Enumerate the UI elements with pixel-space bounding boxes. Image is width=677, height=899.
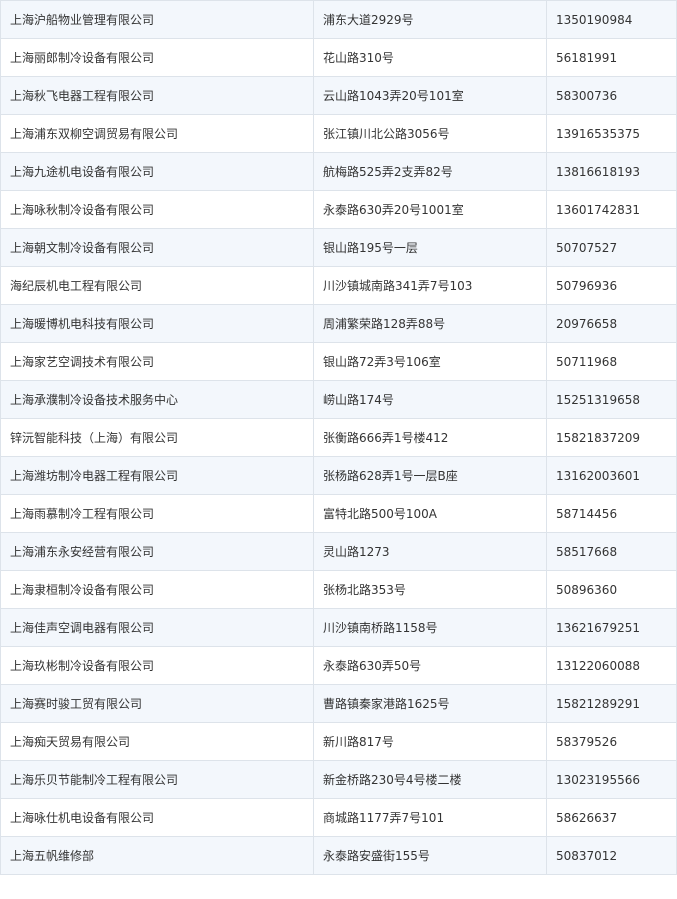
address-cell: 银山路72弄3号106室 bbox=[313, 342, 547, 381]
table-row: 海纪辰机电工程有限公司 川沙镇城南路341弄7号103 50796936 bbox=[0, 266, 677, 305]
company-name-cell: 上海五帆维修部 bbox=[0, 836, 314, 875]
table-row: 上海丽郎制冷设备有限公司 花山路310号 56181991 bbox=[0, 38, 677, 77]
address-cell: 新金桥路230号4号楼二楼 bbox=[313, 760, 547, 799]
address-cell: 浦东大道2929号 bbox=[313, 0, 547, 39]
table-row: 上海佳声空调电器有限公司 川沙镇南桥路1158号 13621679251 bbox=[0, 608, 677, 647]
company-name-cell: 上海暖博机电科技有限公司 bbox=[0, 304, 314, 343]
company-name-cell: 上海九途机电设备有限公司 bbox=[0, 152, 314, 191]
table-row: 上海玖彬制冷设备有限公司 永泰路630弄50号 13122060088 bbox=[0, 646, 677, 685]
table-row: 上海朝文制冷设备有限公司 银山路195号一层 50707527 bbox=[0, 228, 677, 267]
table-row: 上海隶桓制冷设备有限公司 张杨北路353号 50896360 bbox=[0, 570, 677, 609]
table-row: 上海九途机电设备有限公司 航梅路525弄2支弄82号 13816618193 bbox=[0, 152, 677, 191]
phone-cell: 50796936 bbox=[546, 266, 677, 305]
company-name-cell: 上海丽郎制冷设备有限公司 bbox=[0, 38, 314, 77]
table-row: 上海赛时骏工贸有限公司 曹路镇秦家港路1625号 15821289291 bbox=[0, 684, 677, 723]
address-cell: 永泰路安盛街155号 bbox=[313, 836, 547, 875]
address-cell: 川沙镇城南路341弄7号103 bbox=[313, 266, 547, 305]
address-cell: 银山路195号一层 bbox=[313, 228, 547, 267]
table-row: 上海五帆维修部 永泰路安盛街155号 50837012 bbox=[0, 836, 677, 875]
phone-cell: 58300736 bbox=[546, 76, 677, 115]
company-name-cell: 上海佳声空调电器有限公司 bbox=[0, 608, 314, 647]
company-name-cell: 上海乐贝节能制冷工程有限公司 bbox=[0, 760, 314, 799]
company-name-cell: 上海秋飞电器工程有限公司 bbox=[0, 76, 314, 115]
company-name-cell: 上海浦东永安经营有限公司 bbox=[0, 532, 314, 571]
company-name-cell: 上海沪船物业管理有限公司 bbox=[0, 0, 314, 39]
address-cell: 灵山路1273 bbox=[313, 532, 547, 571]
phone-cell: 58626637 bbox=[546, 798, 677, 837]
company-name-cell: 锌沅智能科技（上海）有限公司 bbox=[0, 418, 314, 457]
table-row: 上海秋飞电器工程有限公司 云山路1043弄20号101室 58300736 bbox=[0, 76, 677, 115]
company-name-cell: 上海隶桓制冷设备有限公司 bbox=[0, 570, 314, 609]
company-name-cell: 上海家艺空调技术有限公司 bbox=[0, 342, 314, 381]
phone-cell: 58714456 bbox=[546, 494, 677, 533]
company-name-cell: 上海咏仕机电设备有限公司 bbox=[0, 798, 314, 837]
phone-cell: 13122060088 bbox=[546, 646, 677, 685]
company-contact-table: 上海沪船物业管理有限公司 浦东大道2929号 1350190984 上海丽郎制冷设备有… bbox=[0, 0, 677, 875]
phone-cell: 13023195566 bbox=[546, 760, 677, 799]
table-body: 上海沪船物业管理有限公司 浦东大道2929号 1350190984 上海丽郎制冷设备有… bbox=[0, 0, 677, 875]
phone-cell: 15251319658 bbox=[546, 380, 677, 419]
phone-cell: 13601742831 bbox=[546, 190, 677, 229]
phone-cell: 13621679251 bbox=[546, 608, 677, 647]
phone-cell: 15821289291 bbox=[546, 684, 677, 723]
address-cell: 周浦繁荣路128弄88号 bbox=[313, 304, 547, 343]
address-cell: 新川路817号 bbox=[313, 722, 547, 761]
address-cell: 永泰路630弄50号 bbox=[313, 646, 547, 685]
table-row: 上海暖博机电科技有限公司 周浦繁荣路128弄88号 20976658 bbox=[0, 304, 677, 343]
table-row: 上海浦东双柳空调贸易有限公司 张江镇川北公路3056号 13916535375 bbox=[0, 114, 677, 153]
company-name-cell: 上海雨慕制冷工程有限公司 bbox=[0, 494, 314, 533]
address-cell: 川沙镇南桥路1158号 bbox=[313, 608, 547, 647]
address-cell: 花山路310号 bbox=[313, 38, 547, 77]
phone-cell: 56181991 bbox=[546, 38, 677, 77]
address-cell: 商城路1177弄7号101 bbox=[313, 798, 547, 837]
phone-cell: 50711968 bbox=[546, 342, 677, 381]
table-row: 上海潍坊制冷电器工程有限公司 张杨路628弄1号一层B座 13162003601 bbox=[0, 456, 677, 495]
company-name-cell: 上海玖彬制冷设备有限公司 bbox=[0, 646, 314, 685]
address-cell: 张江镇川北公路3056号 bbox=[313, 114, 547, 153]
phone-cell: 50707527 bbox=[546, 228, 677, 267]
table-row: 上海乐贝节能制冷工程有限公司 新金桥路230号4号楼二楼 13023195566 bbox=[0, 760, 677, 799]
address-cell: 航梅路525弄2支弄82号 bbox=[313, 152, 547, 191]
table-row: 上海沪船物业管理有限公司 浦东大道2929号 1350190984 bbox=[0, 0, 677, 39]
address-cell: 崂山路174号 bbox=[313, 380, 547, 419]
table-row: 上海浦东永安经营有限公司 灵山路1273 58517668 bbox=[0, 532, 677, 571]
table-row: 上海家艺空调技术有限公司 银山路72弄3号106室 50711968 bbox=[0, 342, 677, 381]
company-name-cell: 上海咏秋制冷设备有限公司 bbox=[0, 190, 314, 229]
company-name-cell: 上海浦东双柳空调贸易有限公司 bbox=[0, 114, 314, 153]
company-name-cell: 上海承濮制冷设备技术服务中心 bbox=[0, 380, 314, 419]
company-name-cell: 上海赛时骏工贸有限公司 bbox=[0, 684, 314, 723]
address-cell: 永泰路630弄20号1001室 bbox=[313, 190, 547, 229]
table-row: 上海雨慕制冷工程有限公司 富特北路500号100A 58714456 bbox=[0, 494, 677, 533]
company-name-cell: 海纪辰机电工程有限公司 bbox=[0, 266, 314, 305]
table-row: 锌沅智能科技（上海）有限公司 张衡路666弄1号楼412 15821837209 bbox=[0, 418, 677, 457]
phone-cell: 50837012 bbox=[546, 836, 677, 875]
company-name-cell: 上海潍坊制冷电器工程有限公司 bbox=[0, 456, 314, 495]
phone-cell: 1350190984 bbox=[546, 0, 677, 39]
phone-cell: 15821837209 bbox=[546, 418, 677, 457]
table-row: 上海咏仕机电设备有限公司 商城路1177弄7号101 58626637 bbox=[0, 798, 677, 837]
table-row: 上海痴天贸易有限公司 新川路817号 58379526 bbox=[0, 722, 677, 761]
address-cell: 富特北路500号100A bbox=[313, 494, 547, 533]
phone-cell: 58517668 bbox=[546, 532, 677, 571]
address-cell: 张杨北路353号 bbox=[313, 570, 547, 609]
phone-cell: 13916535375 bbox=[546, 114, 677, 153]
company-name-cell: 上海朝文制冷设备有限公司 bbox=[0, 228, 314, 267]
phone-cell: 20976658 bbox=[546, 304, 677, 343]
phone-cell: 58379526 bbox=[546, 722, 677, 761]
table-row: 上海咏秋制冷设备有限公司 永泰路630弄20号1001室 13601742831 bbox=[0, 190, 677, 229]
address-cell: 曹路镇秦家港路1625号 bbox=[313, 684, 547, 723]
company-name-cell: 上海痴天贸易有限公司 bbox=[0, 722, 314, 761]
address-cell: 云山路1043弄20号101室 bbox=[313, 76, 547, 115]
table-row: 上海承濮制冷设备技术服务中心 崂山路174号 15251319658 bbox=[0, 380, 677, 419]
phone-cell: 50896360 bbox=[546, 570, 677, 609]
phone-cell: 13162003601 bbox=[546, 456, 677, 495]
phone-cell: 13816618193 bbox=[546, 152, 677, 191]
address-cell: 张衡路666弄1号楼412 bbox=[313, 418, 547, 457]
address-cell: 张杨路628弄1号一层B座 bbox=[313, 456, 547, 495]
